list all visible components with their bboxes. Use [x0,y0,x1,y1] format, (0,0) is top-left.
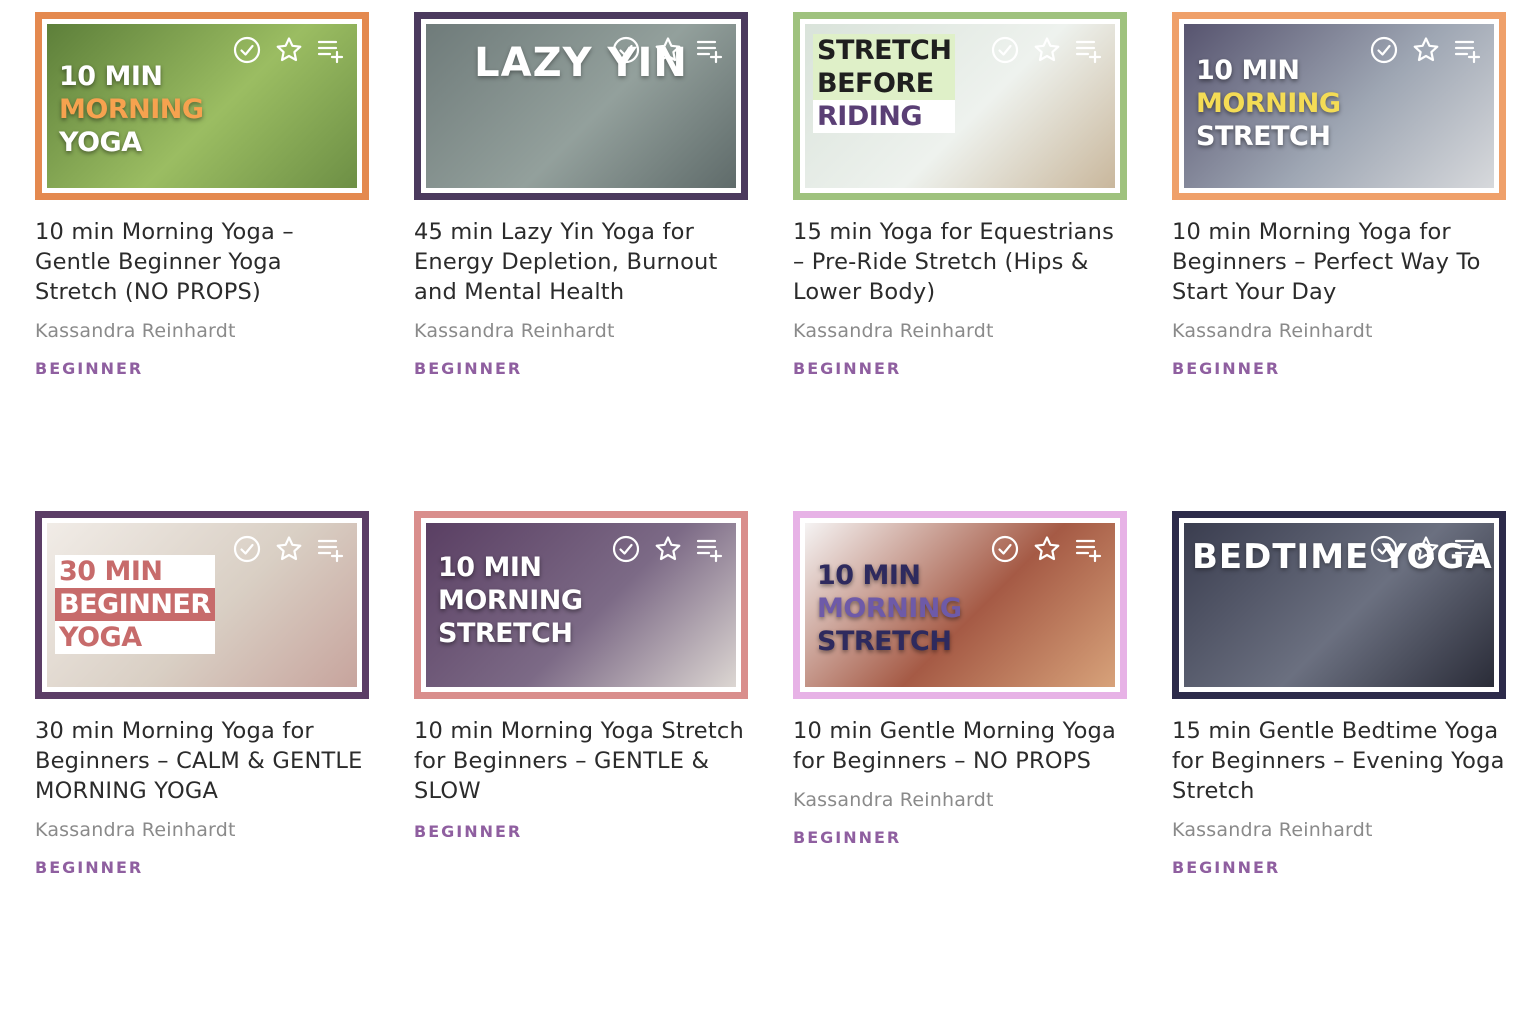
check-circle-icon[interactable] [611,35,641,65]
star-icon[interactable] [653,35,683,65]
video-level[interactable]: BEGINNER [793,828,1127,847]
thumbnail-caption-line: MORNING [438,585,583,616]
video-thumbnail[interactable]: 30 MIN BEGINNER YOGA [35,511,369,699]
star-icon[interactable] [1411,35,1441,65]
thumbnail-caption-line: 10 MIN [438,552,542,583]
playlist-add-icon[interactable] [695,534,725,564]
video-card: BEDTIME YOGA 15 min Gentle Bedtime Yoga … [1172,511,1506,1010]
thumbnail-caption: 10 MIN MORNING STRETCH [813,559,966,658]
playlist-add-icon[interactable] [1453,534,1483,564]
thumbnail-caption: 10 MIN MORNING YOGA [55,60,208,159]
star-icon[interactable] [1032,35,1062,65]
thumbnail-actions [990,534,1104,564]
thumbnail-caption-line: STRETCH [817,626,952,657]
thumbnail-actions [1369,35,1483,65]
video-author[interactable]: Kassandra Reinhardt [35,319,369,343]
video-title[interactable]: 15 min Yoga for Equestrians – Pre-Ride S… [793,217,1127,307]
check-circle-icon[interactable] [611,534,641,564]
thumbnail-actions [611,35,725,65]
thumbnail-actions [990,35,1104,65]
video-card: 10 MIN MORNING YOGA 10 min Morning Yoga … [35,12,369,511]
video-thumbnail[interactable]: 10 MIN MORNING STRETCH [793,511,1127,699]
video-card: 30 MIN BEGINNER YOGA 30 min Morning Yoga… [35,511,369,1010]
thumbnail-caption-line: 10 MIN [817,560,921,591]
video-grid: 10 MIN MORNING YOGA 10 min Morning Yoga … [35,12,1507,1010]
star-icon[interactable] [1411,534,1441,564]
star-icon[interactable] [653,534,683,564]
thumbnail-caption-line: MORNING [1196,88,1341,119]
video-thumbnail[interactable]: 10 MIN MORNING STRETCH [1172,12,1506,200]
video-title[interactable]: 15 min Gentle Bedtime Yoga for Beginners… [1172,716,1506,806]
check-circle-icon[interactable] [1369,534,1399,564]
video-level[interactable]: BEGINNER [793,359,1127,378]
video-card: 10 MIN MORNING STRETCH 10 min Morning Yo… [1172,12,1506,511]
check-circle-icon[interactable] [990,534,1020,564]
playlist-add-icon[interactable] [316,534,346,564]
video-thumbnail[interactable]: 10 MIN MORNING YOGA [35,12,369,200]
thumbnail-caption-line: BEGINNER [55,588,215,621]
video-title[interactable]: 10 min Morning Yoga Stretch for Beginner… [414,716,748,806]
video-title[interactable]: 30 min Morning Yoga for Beginners – CALM… [35,716,369,806]
thumbnail-caption: 30 MIN BEGINNER YOGA [55,555,215,654]
check-circle-icon[interactable] [990,35,1020,65]
star-icon[interactable] [1032,534,1062,564]
playlist-add-icon[interactable] [1074,534,1104,564]
video-level[interactable]: BEGINNER [35,359,369,378]
video-title[interactable]: 45 min Lazy Yin Yoga for Energy Depletio… [414,217,748,307]
video-thumbnail[interactable]: STRETCH BEFORE RIDING [793,12,1127,200]
thumbnail-caption-line: BEFORE [813,67,956,100]
thumbnail-caption: 10 MIN MORNING STRETCH [1192,54,1345,153]
thumbnail-caption-line: STRETCH [813,34,956,67]
video-card: LAZY YIN 45 min Lazy Yin Yoga for Energy… [414,12,748,511]
thumbnail-caption-line: 30 MIN [55,555,215,588]
video-level[interactable]: BEGINNER [414,359,748,378]
thumbnail-caption-line: 10 MIN [59,61,163,92]
thumbnail-caption-line: STRETCH [1196,121,1331,152]
video-author[interactable]: Kassandra Reinhardt [793,788,1127,812]
video-level[interactable]: BEGINNER [35,858,369,877]
video-card: STRETCH BEFORE RIDING 15 min Yoga for Eq… [793,12,1127,511]
thumbnail-caption: STRETCH BEFORE RIDING [813,34,956,133]
video-level[interactable]: BEGINNER [1172,359,1506,378]
playlist-add-icon[interactable] [1074,35,1104,65]
check-circle-icon[interactable] [232,534,262,564]
video-title[interactable]: 10 min Morning Yoga – Gentle Beginner Yo… [35,217,369,307]
playlist-add-icon[interactable] [316,35,346,65]
video-level[interactable]: BEGINNER [1172,858,1506,877]
video-author[interactable]: Kassandra Reinhardt [35,818,369,842]
check-circle-icon[interactable] [232,35,262,65]
thumbnail-actions [232,534,346,564]
thumbnail-caption-line: MORNING [817,593,962,624]
thumbnail-caption-line: 10 MIN [1196,55,1300,86]
thumbnail-actions [1369,534,1483,564]
thumbnail-caption-line: YOGA [55,621,215,654]
thumbnail-actions [611,534,725,564]
thumbnail-caption-line: RIDING [813,100,956,133]
check-circle-icon[interactable] [1369,35,1399,65]
video-author[interactable]: Kassandra Reinhardt [414,319,748,343]
video-author[interactable]: Kassandra Reinhardt [793,319,1127,343]
video-title[interactable]: 10 min Gentle Morning Yoga for Beginners… [793,716,1127,776]
video-thumbnail[interactable]: LAZY YIN [414,12,748,200]
thumbnail-caption-line: STRETCH [438,618,573,649]
playlist-add-icon[interactable] [695,35,725,65]
video-title[interactable]: 10 min Morning Yoga for Beginners – Perf… [1172,217,1506,307]
thumbnail-actions [232,35,346,65]
video-thumbnail[interactable]: 10 MIN MORNING STRETCH [414,511,748,699]
thumbnail-caption: 10 MIN MORNING STRETCH [434,551,587,650]
star-icon[interactable] [274,534,304,564]
thumbnail-caption-line: MORNING [59,94,204,125]
star-icon[interactable] [274,35,304,65]
video-author[interactable]: Kassandra Reinhardt [1172,319,1506,343]
video-thumbnail[interactable]: BEDTIME YOGA [1172,511,1506,699]
video-card: 10 MIN MORNING STRETCH 10 min Morning Yo… [414,511,748,1010]
thumbnail-caption-line: YOGA [59,127,142,158]
playlist-add-icon[interactable] [1453,35,1483,65]
video-card: 10 MIN MORNING STRETCH 10 min Gentle Mor… [793,511,1127,1010]
video-level[interactable]: BEGINNER [414,822,748,841]
video-author[interactable]: Kassandra Reinhardt [1172,818,1506,842]
